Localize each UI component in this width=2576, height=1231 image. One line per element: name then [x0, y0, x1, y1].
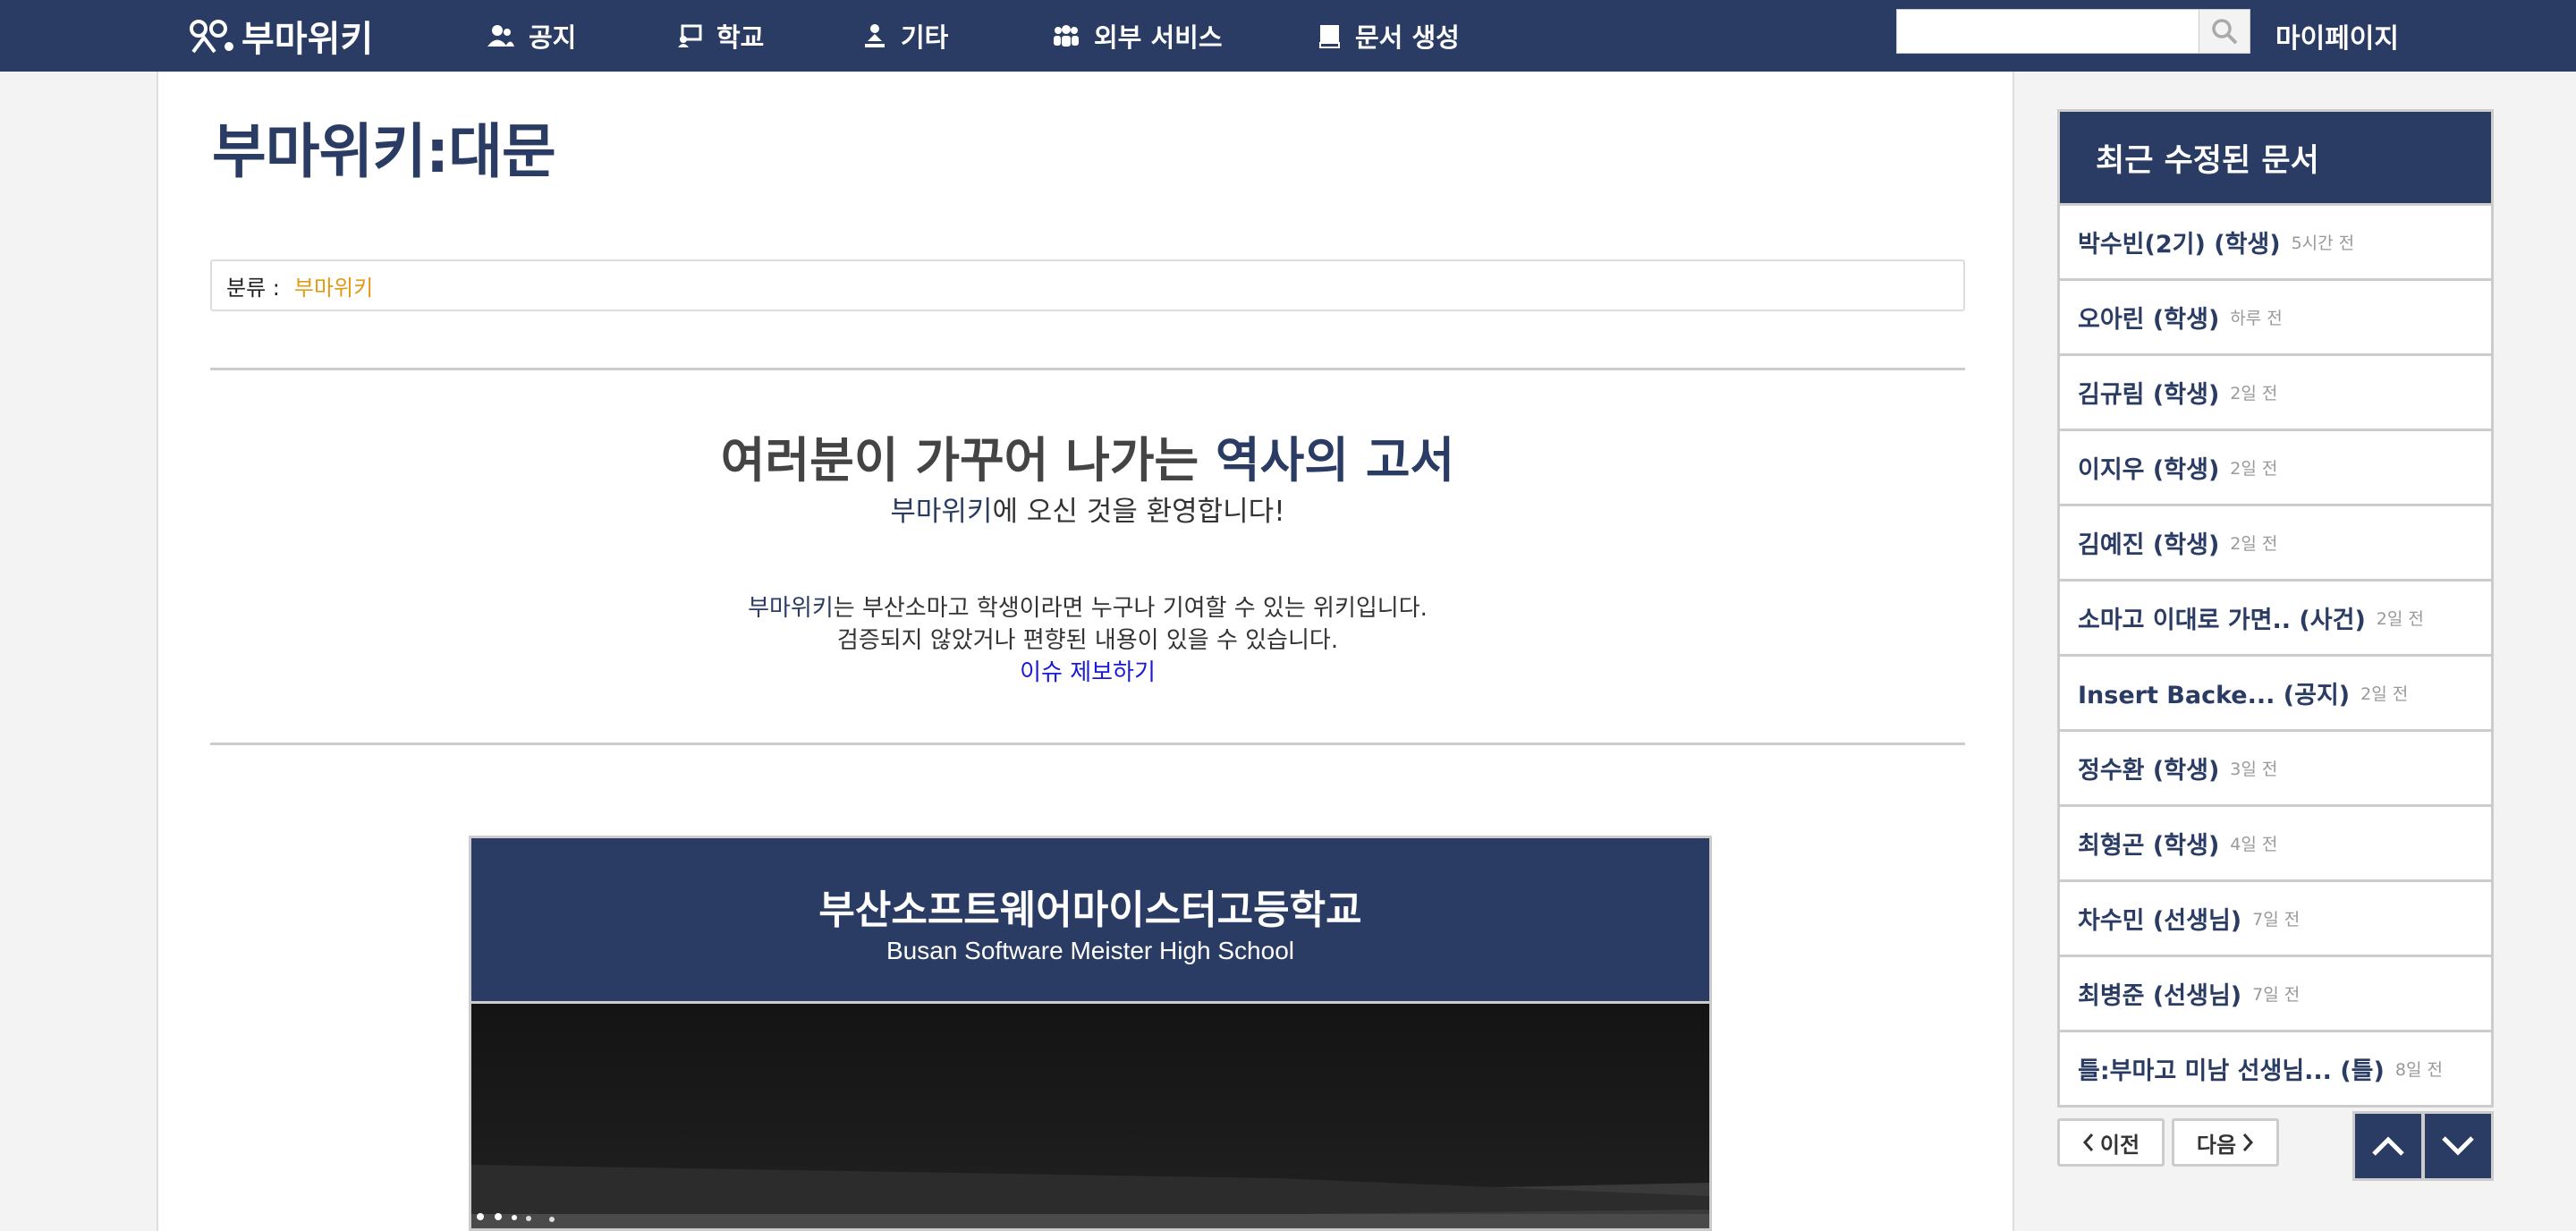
recent-item-time: 7일 전	[2252, 910, 2301, 930]
logo-text: 부마위키	[242, 19, 374, 60]
report-issue-link[interactable]: 이슈 제보하기	[1020, 659, 1156, 686]
recent-item[interactable]: 정수환 (학생) 3일 전	[2057, 732, 2494, 807]
next-page-label: 다음	[2196, 1132, 2237, 1158]
recent-item[interactable]: 틀:부마고 미남 선생님... (틀) 8일 전	[2057, 1032, 2494, 1108]
recent-item-title: 김규림 (학생)	[2078, 381, 2220, 409]
nav-notice[interactable]: 공지	[487, 0, 576, 72]
hero-desc-line1-rest: 는 부산소마고 학생이라면 누구나 기여할 수 있는 위키입니다.	[833, 595, 1428, 622]
school-name-ko: 부산소프트웨어마이스터고등학교	[818, 887, 1362, 933]
group-icon	[1054, 25, 1079, 47]
recent-item[interactable]: 오아린 (학생) 하루 전	[2057, 281, 2494, 356]
recent-item[interactable]: 차수민 (선생님) 7일 전	[2057, 882, 2494, 957]
hero-desc-line1: 부마위키는 부산소마고 학생이라면 누구나 기여할 수 있는 위키입니다.	[210, 592, 1965, 624]
nav-notice-label: 공지	[529, 22, 577, 53]
chevron-left-icon	[2082, 1133, 2094, 1151]
recent-item-title: 최형곤 (학생)	[2078, 832, 2220, 860]
hero-description: 부마위키는 부산소마고 학생이라면 누구나 기여할 수 있는 위키입니다. 검증…	[210, 592, 1965, 689]
hero-desc-line2: 검증되지 않았거나 편향된 내용이 있을 수 있습니다.	[836, 627, 1339, 654]
hero-title-plain: 여러분이 가꾸어 나가는	[720, 432, 1216, 488]
nav-etc-label: 기타	[901, 22, 949, 53]
prev-page-button[interactable]: 이전	[2057, 1118, 2165, 1167]
recent-item[interactable]: 김예진 (학생) 2일 전	[2057, 506, 2494, 582]
recent-changes-sidebar: 최근 수정된 문서 박수빈(2기) (학생) 5시간 전 오아린 (학생) 하루 전…	[2057, 109, 2494, 1108]
chevron-up-icon	[2372, 1136, 2404, 1156]
school-card: 부산소프트웨어마이스터고등학교 Busan Software Meister H…	[469, 836, 1712, 1231]
recent-item-time: 3일 전	[2230, 760, 2278, 779]
page-title: 부마위키:대문	[212, 117, 556, 186]
recent-item-time: 2일 전	[2230, 459, 2278, 479]
recent-item-title: 최병준 (선생님)	[2078, 982, 2242, 1010]
hero-title: 여러분이 가꾸어 나가는 역사의 고서	[210, 420, 1965, 491]
nav-create-doc[interactable]: 문서 생성	[1318, 0, 1460, 72]
prev-page-label: 이전	[2099, 1132, 2140, 1158]
recent-item[interactable]: 박수빈(2기) (학생) 5시간 전	[2057, 206, 2494, 281]
hero-subtitle: 부마위키에 오신 것을 환영합니다!	[210, 488, 1965, 529]
divider	[210, 743, 1965, 745]
school-name-en: Busan Software Meister High School	[886, 937, 1294, 964]
recent-item-title: Insert Backe... (공지)	[2078, 682, 2351, 709]
nav-external-label: 외부 서비스	[1094, 22, 1223, 53]
hero-sub-rest: 에 오신 것을 환영합니다!	[992, 496, 1285, 528]
hero-title-accent: 역사의 고서	[1216, 432, 1455, 488]
recent-item-title: 소마고 이대로 가면.. (사건)	[2078, 607, 2366, 634]
recent-item-title: 박수빈(2기) (학생)	[2078, 231, 2281, 259]
person-icon	[865, 24, 885, 47]
recent-item[interactable]: Insert Backe... (공지) 2일 전	[2057, 657, 2494, 732]
recent-item-title: 틀:부마고 미남 선생님... (틀)	[2078, 1057, 2385, 1085]
scroll-top-button[interactable]	[2352, 1111, 2424, 1181]
recent-item-time: 4일 전	[2230, 835, 2278, 854]
recent-item-time: 하루 전	[2230, 309, 2283, 328]
recent-item[interactable]: 소마고 이대로 가면.. (사건) 2일 전	[2057, 582, 2494, 657]
top-navbar: 부마위키 공지 학교 기타 외부 서비스 문서 생성 마이페이지	[0, 0, 2576, 72]
book-icon	[1319, 25, 1340, 48]
recent-item-title: 이지우 (학생)	[2078, 456, 2220, 484]
search-icon	[2212, 19, 2238, 45]
recent-item-title: 차수민 (선생님)	[2078, 907, 2242, 935]
recent-item-time: 5시간 전	[2291, 233, 2355, 253]
main-content: 부마위키:대문 분류 : 부마위키 여러분이 가꾸어 나가는 역사의 고서 부마…	[157, 72, 2014, 1231]
logo-icon	[190, 20, 233, 54]
recent-changes-title: 최근 수정된 문서	[2057, 109, 2494, 206]
logo[interactable]: 부마위키	[188, 11, 373, 61]
recent-item-time: 7일 전	[2252, 985, 2301, 1005]
school-card-header: 부산소프트웨어마이스터고등학교 Busan Software Meister H…	[471, 838, 1709, 1001]
nav-create-doc-label: 문서 생성	[1355, 22, 1460, 53]
hero-sub-accent: 부마위키	[890, 496, 993, 528]
divider	[210, 368, 1965, 370]
search-field-wrapper	[1896, 9, 2206, 54]
school-photo	[471, 1001, 1709, 1228]
recent-item-time: 8일 전	[2394, 1060, 2443, 1080]
school-building-image	[471, 1165, 1709, 1228]
recent-item-time: 2일 전	[2376, 609, 2424, 629]
chevron-down-icon	[2442, 1136, 2474, 1156]
recent-item[interactable]: 이지우 (학생) 2일 전	[2057, 431, 2494, 506]
school-icon	[678, 24, 702, 47]
recent-item[interactable]: 최병준 (선생님) 7일 전	[2057, 957, 2494, 1032]
category-label: 분류 :	[226, 275, 280, 301]
recent-item[interactable]: 최형곤 (학생) 4일 전	[2057, 807, 2494, 882]
recent-item-title: 오아린 (학생)	[2078, 306, 2220, 334]
recent-item-time: 2일 전	[2360, 684, 2409, 704]
hero-desc-accent: 부마위키	[748, 595, 834, 622]
users-icon	[487, 25, 514, 47]
recent-item-title: 정수환 (학생)	[2078, 757, 2220, 785]
recent-item-title: 김예진 (학생)	[2078, 531, 2220, 559]
nav-school-label: 학교	[716, 22, 765, 53]
mypage-link[interactable]: 마이페이지	[2275, 0, 2399, 72]
scroll-bottom-button[interactable]	[2422, 1111, 2494, 1181]
nav-school[interactable]: 학교	[677, 0, 764, 72]
chevron-right-icon	[2242, 1133, 2254, 1151]
recent-item-time: 2일 전	[2230, 384, 2278, 403]
search-input[interactable]	[1897, 10, 2205, 53]
recent-item-time: 2일 전	[2230, 534, 2278, 554]
category-box: 분류 : 부마위키	[210, 259, 1965, 311]
nav-etc[interactable]: 기타	[863, 0, 948, 72]
recent-item[interactable]: 김규림 (학생) 2일 전	[2057, 356, 2494, 431]
nav-external[interactable]: 외부 서비스	[1053, 0, 1223, 72]
search-button[interactable]	[2199, 9, 2250, 54]
next-page-button[interactable]: 다음	[2172, 1118, 2279, 1167]
category-link[interactable]: 부마위키	[294, 270, 373, 301]
